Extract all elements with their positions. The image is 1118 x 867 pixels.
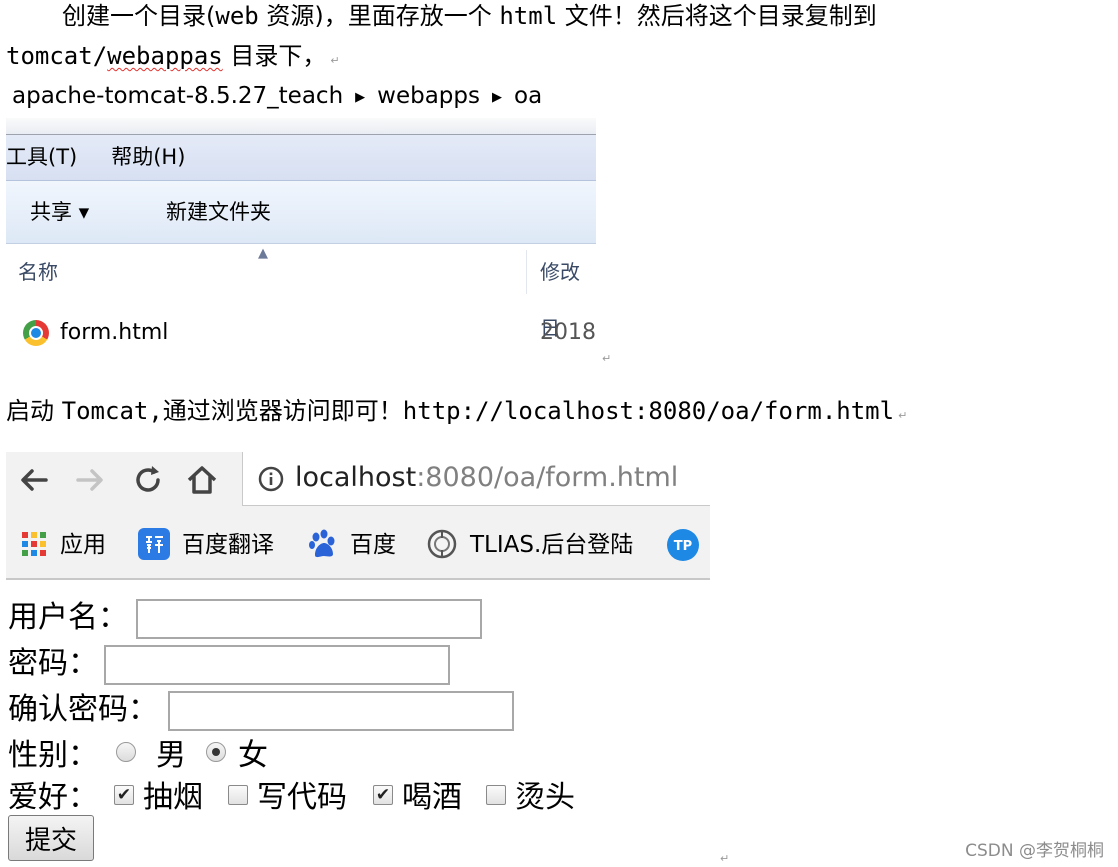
chrome-icon bbox=[23, 320, 49, 346]
intro-line-2: tomcat/webappas 目录下， ↵ bbox=[6, 42, 340, 70]
password-input[interactable] bbox=[104, 645, 450, 685]
paragraph-mark: ↵ bbox=[602, 352, 612, 365]
hobby-label-smoking: 抽烟 bbox=[143, 780, 203, 815]
gender-label: 性别： bbox=[8, 738, 98, 773]
explorer-toolbar: 共享 ▾ 新建文件夹 bbox=[6, 181, 596, 244]
share-button[interactable]: 共享 ▾ bbox=[30, 181, 89, 243]
breadcrumb-item[interactable]: apache-tomcat-8.5.27_teach bbox=[12, 83, 343, 109]
info-icon[interactable] bbox=[257, 465, 285, 493]
menu-help[interactable]: 帮助(H) bbox=[111, 145, 185, 169]
bookmarks-bar: 应用 百度翻译 百度 TLIAS.后台登陆 TP bbox=[6, 516, 710, 574]
hobby-label: 爱好： bbox=[8, 780, 98, 815]
column-divider bbox=[526, 250, 527, 294]
tlias-icon bbox=[427, 529, 457, 558]
chevron-right-icon: ▶ bbox=[492, 90, 502, 105]
baidu-paw-icon bbox=[309, 529, 335, 557]
file-name: form.html bbox=[60, 320, 169, 345]
file-list-header: ▲ 名称 修改日 bbox=[6, 244, 596, 340]
svg-text:TP: TP bbox=[674, 539, 692, 554]
gender-option-male: 男 bbox=[156, 738, 186, 773]
start-instructions: 启动 Tomcat,通过浏览器访问即可！http://localhost:808… bbox=[6, 397, 908, 425]
back-arrow-icon[interactable] bbox=[16, 462, 52, 498]
csdn-watermark: CSDN @李贺桐桐 bbox=[965, 841, 1104, 861]
hobby-checkbox-drinking[interactable]: ✔ bbox=[373, 785, 393, 805]
column-name[interactable]: 名称 bbox=[18, 244, 58, 300]
bookmark-tlias[interactable]: TLIAS.后台登陆 bbox=[426, 516, 633, 574]
forward-arrow-icon[interactable] bbox=[72, 462, 108, 498]
password-label: 密码： bbox=[8, 646, 98, 681]
bookmark-baidu[interactable]: 百度 bbox=[308, 516, 396, 574]
explorer-breadcrumb: apache-tomcat-8.5.27_teach ▶ webapps ▶ oa bbox=[6, 78, 596, 118]
gender-option-female: 女 bbox=[238, 738, 268, 773]
breadcrumb-divider bbox=[6, 118, 596, 135]
username-input[interactable] bbox=[136, 599, 482, 639]
confirm-password-input[interactable] bbox=[168, 691, 514, 731]
hobby-label-drinking: 喝酒 bbox=[402, 780, 462, 815]
browser-nav-bar: localhost:8080/oa/form.html bbox=[6, 452, 710, 508]
tp-extension-icon[interactable]: TP bbox=[666, 528, 700, 562]
home-icon[interactable] bbox=[184, 462, 220, 498]
gender-radio-male[interactable] bbox=[116, 742, 136, 762]
breadcrumb-item[interactable]: oa bbox=[514, 83, 542, 109]
translate-icon bbox=[138, 527, 170, 560]
paragraph-mark: ↵ bbox=[330, 54, 340, 67]
new-folder-button[interactable]: 新建文件夹 bbox=[166, 181, 271, 243]
chevron-right-icon: ▶ bbox=[355, 90, 366, 105]
menu-tools[interactable]: 工具(T) bbox=[6, 145, 77, 169]
paragraph-mark: ↵ bbox=[898, 409, 908, 422]
hobby-label-perm: 烫头 bbox=[515, 780, 575, 815]
explorer-screenshot: apache-tomcat-8.5.27_teach ▶ webapps ▶ oa 工具… bbox=[6, 78, 596, 362]
hobby-checkbox-coding[interactable] bbox=[228, 785, 248, 805]
url-text: localhost:8080/oa/form.html bbox=[295, 462, 679, 493]
bookmark-apps[interactable]: 应用 bbox=[20, 516, 106, 574]
reload-icon[interactable] bbox=[130, 462, 166, 498]
file-row[interactable]: form.html 2018 bbox=[6, 308, 596, 358]
submit-button[interactable]: 提交 bbox=[8, 815, 94, 861]
hobby-checkbox-perm[interactable] bbox=[486, 785, 506, 805]
hobby-label-coding: 写代码 bbox=[257, 780, 347, 815]
file-date: 2018 bbox=[540, 320, 596, 345]
bookmark-baidu-translate[interactable]: 百度翻译 bbox=[138, 516, 274, 574]
hobby-checkbox-smoking[interactable]: ✔ bbox=[114, 785, 134, 805]
sort-up-icon: ▲ bbox=[258, 246, 268, 261]
address-bar[interactable]: localhost:8080/oa/form.html bbox=[242, 452, 710, 506]
browser-screenshot: localhost:8080/oa/form.html 应用 百度翻译 百度 T… bbox=[6, 452, 710, 580]
paragraph-mark: ↵ bbox=[720, 852, 730, 865]
intro-line-1: 创建一个目录(web 资源)，里面存放一个 html 文件！然后将这个目录复制到 bbox=[62, 2, 877, 30]
username-label: 用户名： bbox=[8, 600, 128, 635]
explorer-menu-bar: 工具(T) 帮助(H) bbox=[6, 135, 596, 181]
breadcrumb-item[interactable]: webapps bbox=[377, 83, 480, 109]
confirm-password-label: 确认密码： bbox=[8, 692, 158, 727]
apps-grid-icon bbox=[22, 531, 46, 556]
gender-radio-female[interactable] bbox=[206, 742, 226, 762]
